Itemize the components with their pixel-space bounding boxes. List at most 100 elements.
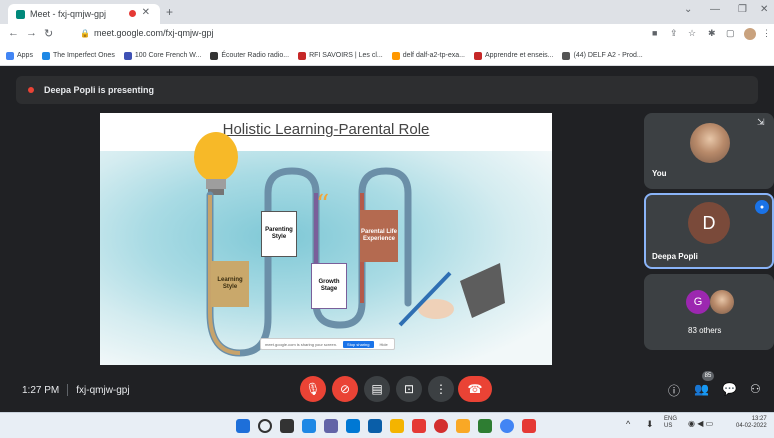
participant-tile-others[interactable] xyxy=(644,274,774,350)
bookmark-label: Apprendre et enseis... xyxy=(484,52,554,59)
share-notice-text: meet.google.com is sharing your screen. xyxy=(265,341,338,347)
camera-off-icon: ⊘ xyxy=(339,382,351,396)
extensions-icon[interactable]: ✱ xyxy=(708,28,716,39)
clock-date: 04-02-2022 xyxy=(736,423,767,430)
bookmark-label: 100 Core French W... xyxy=(134,52,202,59)
lang-text: ENG xyxy=(664,416,678,422)
url-text: meet.google.com/fxj-qmjw-gpj xyxy=(93,28,214,38)
download-icon[interactable]: ⬇ xyxy=(646,419,654,430)
extra-app-icon[interactable] xyxy=(522,419,536,433)
wifi-sound-battery-icons[interactable]: ◉ ◀ ▭ xyxy=(688,419,713,429)
profile-avatar[interactable] xyxy=(744,28,756,40)
bookmark-star-icon[interactable]: ☆ xyxy=(688,28,696,39)
share-icon[interactable]: ⇪ xyxy=(670,28,678,39)
sidepanel-icon[interactable]: ▢ xyxy=(726,28,735,39)
shared-slide: Holistic Learning-Parental Role “ Learni… xyxy=(100,113,552,365)
reload-icon[interactable]: ↻ xyxy=(44,27,53,40)
bookmark-item[interactable]: Apps xyxy=(6,51,33,60)
bookmark-favicon-icon xyxy=(6,51,14,60)
back-icon[interactable]: ← xyxy=(8,27,19,39)
people-icon[interactable]: 👥 xyxy=(694,382,709,396)
presenting-banner: Deepa Popli is presenting xyxy=(16,76,758,104)
meet-favicon-icon xyxy=(16,9,25,19)
learning-style-box: Learning Style xyxy=(211,261,249,307)
info-separator xyxy=(67,384,69,396)
bookmark-label: delf dalf-a2-tp-exa... xyxy=(402,52,465,59)
present-button[interactable]: ⊡ xyxy=(396,376,422,402)
bookmark-item[interactable]: (44) DELF A2 - Prod... xyxy=(562,51,643,60)
edge-icon[interactable] xyxy=(346,419,360,433)
opera-icon[interactable] xyxy=(434,419,448,433)
speaker-avatar: D xyxy=(688,202,730,244)
stop-sharing-button[interactable]: Stop sharing xyxy=(343,340,374,348)
people-count-badge: 85 xyxy=(702,371,714,381)
present-screen-icon: ⊡ xyxy=(403,382,415,396)
task-view-icon[interactable] xyxy=(280,419,294,433)
window-close-icon[interactable]: ✕ xyxy=(760,4,768,15)
browser-tab-meet[interactable]: Meet - fxj-qmjw-gpj ✕ xyxy=(8,4,160,24)
bookmark-favicon-icon xyxy=(391,51,400,60)
screen-share-notice: meet.google.com is sharing your screen. … xyxy=(260,338,395,350)
forward-icon[interactable]: → xyxy=(26,27,37,39)
tab-search-icon[interactable]: ⌄ xyxy=(684,4,692,15)
mic-off-icon: 🎙 xyxy=(305,382,321,396)
speaker-name: Deepa Popli xyxy=(652,252,698,261)
system-clock[interactable]: 13:27 04-02-2022 xyxy=(736,416,767,430)
start-icon[interactable] xyxy=(236,419,250,433)
more-options-button[interactable]: ⋮ xyxy=(428,376,454,402)
meeting-details-icon[interactable]: ⓘ xyxy=(668,382,680,399)
bookmark-item[interactable]: 100 Core French W... xyxy=(123,51,202,60)
mic-off-button[interactable]: 🎙 xyxy=(300,376,326,402)
captions-icon: ▤ xyxy=(371,382,383,396)
file-explorer-icon[interactable] xyxy=(390,419,404,433)
tray-chevron-icon[interactable]: ^ xyxy=(626,419,630,430)
pin-icon[interactable]: ⇲ xyxy=(757,117,765,128)
browser-menu-icon[interactable]: ⋮ xyxy=(762,28,771,39)
bookmarks-bar: Apps The Imperfect Ones 100 Core French W.… xyxy=(0,46,774,66)
minimize-icon[interactable]: — xyxy=(710,4,720,15)
store-icon[interactable] xyxy=(368,419,382,433)
region-text: US xyxy=(664,423,673,430)
teams-chat-icon[interactable] xyxy=(324,419,338,433)
search-icon[interactable] xyxy=(258,419,272,433)
new-tab-icon[interactable]: + xyxy=(166,5,173,19)
camera-indicator-icon[interactable]: ■ xyxy=(652,28,657,38)
self-avatar xyxy=(690,123,730,163)
speaking-indicator-icon: ● xyxy=(755,200,769,214)
self-label: You xyxy=(652,169,667,178)
hide-button[interactable]: Hide xyxy=(380,342,388,347)
bookmark-item[interactable]: delf dalf-a2-tp-exa... xyxy=(391,51,465,60)
maximize-icon[interactable]: ❐ xyxy=(738,4,747,15)
camera-off-button[interactable]: ⊘ xyxy=(332,376,358,402)
slide-illustration: “ xyxy=(194,132,505,357)
parenting-style-box: Parenting Style xyxy=(261,211,297,257)
folder-icon[interactable] xyxy=(456,419,470,433)
recording-dot-icon xyxy=(129,10,136,17)
language-indicator[interactable]: ENG US xyxy=(664,416,677,430)
bookmark-item[interactable]: The Imperfect Ones xyxy=(41,51,115,60)
bookmark-label: (44) DELF A2 - Prod... xyxy=(573,52,643,59)
lightbulb-icon xyxy=(194,132,238,195)
address-bar[interactable]: 🔒 meet.google.com/fxj-qmjw-gpj xyxy=(80,28,214,38)
chrome-icon[interactable] xyxy=(500,419,514,433)
clock-time: 13:27 xyxy=(751,416,767,422)
widgets-icon[interactable] xyxy=(302,419,316,433)
others-count-label: 83 others xyxy=(688,326,722,335)
phone-hangup-icon: ☎ xyxy=(467,382,483,396)
close-tab-icon[interactable]: ✕ xyxy=(142,7,150,18)
chat-icon[interactable]: 💬 xyxy=(722,382,737,396)
parental-life-experience-box: Parental Life Experience xyxy=(360,210,398,262)
bookmark-favicon-icon xyxy=(298,51,307,60)
bookmark-item[interactable]: RFI SAVOIRS | Les cl... xyxy=(298,51,383,60)
bookmark-item[interactable]: Écouter Radio radio... xyxy=(210,51,289,60)
app-icon[interactable] xyxy=(478,419,492,433)
bookmark-label: Apps xyxy=(17,52,33,59)
activities-icon[interactable]: ⚇ xyxy=(750,382,761,396)
office-icon[interactable] xyxy=(412,419,426,433)
leave-call-button[interactable]: ☎ xyxy=(458,376,492,402)
windows-taskbar xyxy=(0,412,774,438)
meeting-info: 1:27 PM fxj-qmjw-gpj xyxy=(22,384,130,396)
bookmark-item[interactable]: Apprendre et enseis... xyxy=(473,51,554,60)
growth-stage-box: Growth Stage xyxy=(311,263,347,309)
captions-button[interactable]: ▤ xyxy=(364,376,390,402)
